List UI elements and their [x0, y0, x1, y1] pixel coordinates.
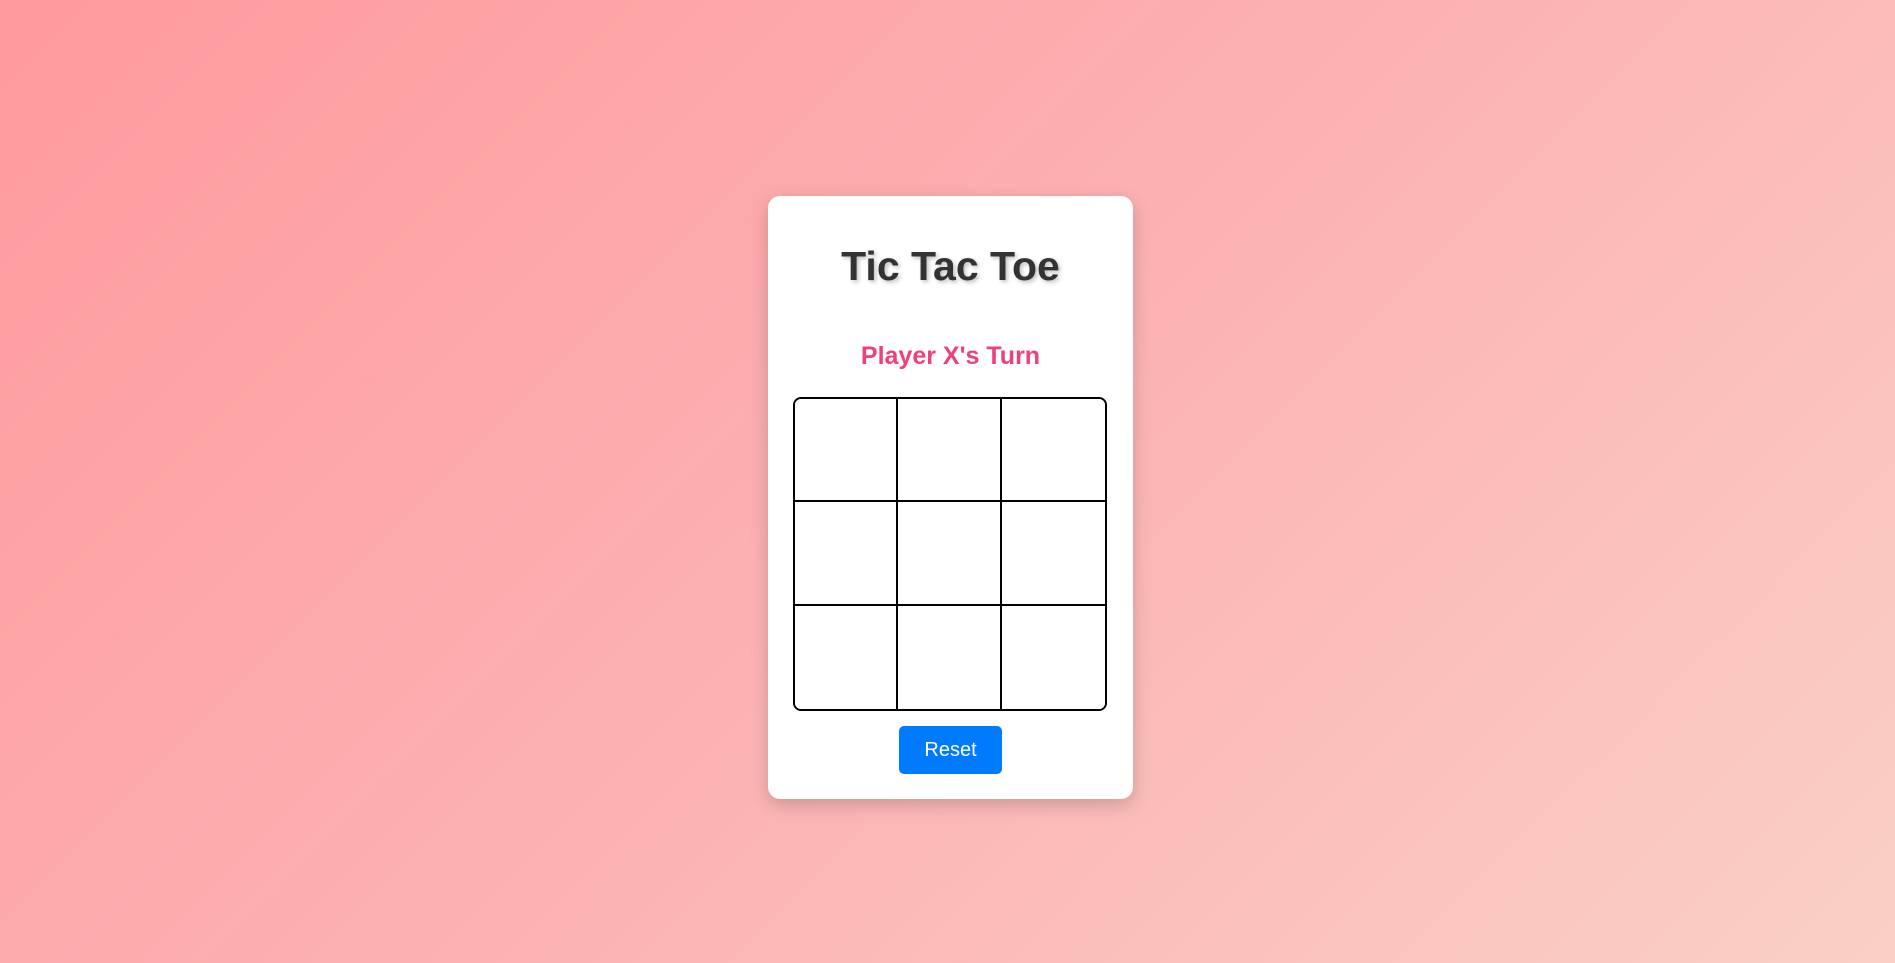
game-board: [793, 397, 1107, 711]
board-cell[interactable]: [795, 605, 899, 709]
page-title: Tic Tac Toe: [841, 243, 1060, 289]
board-cell[interactable]: [795, 399, 899, 503]
reset-button[interactable]: Reset: [899, 726, 1002, 774]
board-cell[interactable]: [795, 502, 899, 606]
board-cell[interactable]: [898, 605, 1002, 709]
page-background: { "title": "Tic Tac Toe", "status": { "t…: [0, 0, 1895, 963]
board-cell[interactable]: [898, 502, 1002, 606]
board-cell[interactable]: [1001, 399, 1105, 503]
board-cell[interactable]: [898, 399, 1002, 503]
turn-status: Player X's Turn: [860, 342, 1041, 370]
board-cell[interactable]: [1001, 605, 1105, 709]
board-cell[interactable]: [1001, 502, 1105, 606]
game-card: Tic Tac Toe Player X's Turn Reset: [768, 196, 1133, 799]
